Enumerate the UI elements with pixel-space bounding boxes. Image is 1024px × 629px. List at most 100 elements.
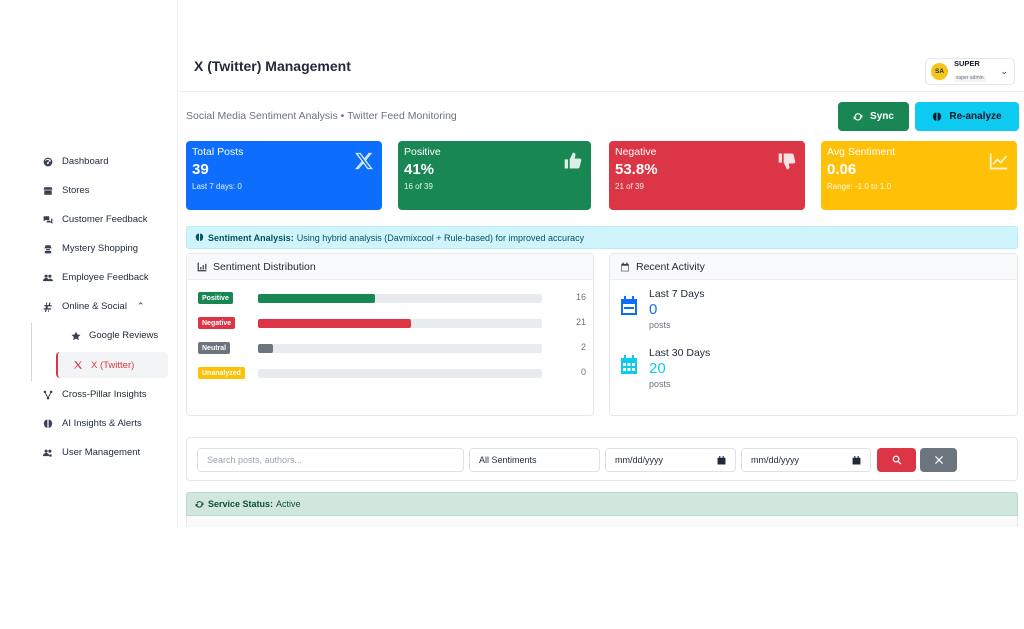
recent-activity-panel: Recent Activity Last 7 Days 0 posts Last… <box>609 253 1018 416</box>
user-info: SUPER super admin <box>954 60 986 84</box>
submenu-line <box>31 323 32 381</box>
sidebar: Dashboard Stores Customer Feedback Myste… <box>0 0 178 527</box>
sidebar-submenu: Google Reviews X (Twitter) <box>0 321 178 381</box>
reanalyze-button[interactable]: Re-analyze <box>915 102 1019 131</box>
filter-panel: Search posts, authors... All Sentiments … <box>186 437 1018 481</box>
brain-icon <box>42 418 54 430</box>
calendar-week-icon <box>621 296 637 315</box>
date-to-value: mm/dd/yyyy <box>751 455 800 465</box>
distribution-row-unanalyzed: Unanalyzed 0 <box>198 367 586 379</box>
comments-icon <box>42 214 54 226</box>
user-role: super admin <box>954 75 986 83</box>
brain-icon <box>933 112 942 121</box>
progress-track <box>258 319 542 328</box>
avatar: SA <box>931 63 948 80</box>
sidebar-item-label: Employee Feedback <box>62 272 149 283</box>
page-subtitle: Social Media Sentiment Analysis • Twitte… <box>186 110 457 122</box>
sync-icon <box>853 112 863 121</box>
sidebar-item-label: Stores <box>62 185 90 196</box>
sidebar-item-label: Mystery Shopping <box>62 243 139 254</box>
stat-note: 21 of 39 <box>615 182 644 191</box>
stat-card-avg-sentiment: Avg Sentiment 0.06 Range: -1.0 to 1.0 <box>821 141 1017 210</box>
calendar-icon <box>621 262 629 271</box>
sidebar-item-employee-feedback[interactable]: Employee Feedback <box>0 263 178 292</box>
progress-track <box>258 369 542 378</box>
sentiment-badge: Negative <box>198 317 236 329</box>
sidebar-item-dashboard[interactable]: Dashboard <box>0 147 178 176</box>
sidebar-item-customer-feedback[interactable]: Customer Feedback <box>0 205 178 234</box>
clear-filters-button[interactable] <box>920 448 957 472</box>
stat-label: Negative <box>615 146 657 158</box>
date-from-value: mm/dd/yyyy <box>615 455 664 465</box>
stat-value: 53.8% <box>615 161 658 178</box>
sidebar-item-label: AI Insights & Alerts <box>62 418 142 429</box>
chevron-down-icon: ⌄ <box>1000 66 1008 76</box>
panel-title: Recent Activity <box>636 260 705 273</box>
progress-track <box>258 294 542 303</box>
sidebar-item-label: Customer Feedback <box>62 214 148 225</box>
sentiment-badge: Unanalyzed <box>198 367 245 379</box>
stat-note: Last 7 days: 0 <box>192 182 242 191</box>
stat-label: Avg Sentiment <box>827 146 896 158</box>
calendar-icon[interactable] <box>717 456 726 465</box>
chart-line-icon <box>989 153 1008 170</box>
stat-card-positive: Positive 41% 16 of 39 <box>398 141 591 210</box>
search-input[interactable]: Search posts, authors... <box>197 448 464 472</box>
sidebar-item-user-management[interactable]: User Management <box>0 438 178 467</box>
stat-note: 16 of 39 <box>404 182 433 191</box>
date-from-input[interactable]: mm/dd/yyyy <box>605 448 736 472</box>
sync-icon <box>195 500 204 508</box>
progress-fill <box>258 344 273 353</box>
progress-fill <box>258 294 375 303</box>
close-icon <box>934 456 943 464</box>
sentiment-count: 16 <box>575 292 586 302</box>
status-title: Service Status: <box>208 499 274 509</box>
activity-unit: posts <box>649 379 671 389</box>
x-logo-icon <box>355 152 373 170</box>
sentiment-select[interactable]: All Sentiments <box>469 448 600 472</box>
panel-header: Recent Activity <box>610 254 1017 280</box>
stat-note: Range: -1.0 to 1.0 <box>827 182 892 191</box>
search-button[interactable] <box>877 448 916 472</box>
page-title: X (Twitter) Management <box>194 58 351 74</box>
sidebar-item-ai-insights[interactable]: AI Insights & Alerts <box>0 409 178 438</box>
chevron-up-icon[interactable]: ⌃ <box>137 301 145 312</box>
sidebar-item-online-social[interactable]: Online & Social ⌃ <box>0 292 178 321</box>
activity-label: Last 30 Days <box>649 347 711 359</box>
service-status-alert: Service Status: Active <box>186 492 1018 516</box>
sidebar-item-label: Dashboard <box>62 156 109 167</box>
sentiment-badge: Neutral <box>198 342 231 354</box>
sidebar-subitem-google-reviews[interactable]: Google Reviews <box>0 321 178 350</box>
sentiment-info-alert: Sentiment Analysis: Using hybrid analysi… <box>186 226 1018 249</box>
sync-button[interactable]: Sync <box>838 102 909 131</box>
stat-value: 39 <box>192 161 209 178</box>
users-cog-icon <box>42 447 54 459</box>
content-bottom-edge <box>186 516 1018 527</box>
sentiment-count: 0 <box>580 367 586 377</box>
progress-fill <box>258 319 411 328</box>
thumbs-down-icon <box>778 153 796 170</box>
calendar-icon[interactable] <box>852 456 861 465</box>
sidebar-item-mystery-shopping[interactable]: Mystery Shopping <box>0 234 178 263</box>
sidebar-subitem-x-twitter[interactable]: X (Twitter) <box>56 352 168 378</box>
activity-text: Last 7 Days 0 posts <box>649 288 849 330</box>
sidebar-item-cross-pillar-insights[interactable]: Cross-Pillar Insights <box>0 380 178 409</box>
sentiment-count: 2 <box>580 342 586 352</box>
stat-label: Positive <box>404 146 441 158</box>
stat-value: 41% <box>404 161 435 178</box>
reanalyze-label: Re-analyze <box>949 111 1002 122</box>
star-icon <box>70 330 82 342</box>
date-to-input[interactable]: mm/dd/yyyy <box>741 448 871 472</box>
user-menu[interactable]: SA SUPER super admin ⌄ <box>925 58 1015 85</box>
distribution-row-positive: Positive 16 <box>198 292 586 304</box>
sentiment-count: 21 <box>575 317 586 327</box>
hashtag-icon <box>42 301 54 313</box>
distribution-row-negative: Negative 21 <box>198 317 586 329</box>
activity-value: 0 <box>649 301 658 318</box>
panel-title: Sentiment Distribution <box>213 260 316 273</box>
sidebar-subitem-label: X (Twitter) <box>91 359 135 371</box>
stat-card-total-posts: Total Posts 39 Last 7 days: 0 <box>186 141 382 210</box>
sidebar-nav: Dashboard Stores Customer Feedback Myste… <box>0 147 178 467</box>
sidebar-item-stores[interactable]: Stores <box>0 176 178 205</box>
sidebar-item-label: Cross-Pillar Insights <box>62 389 147 400</box>
